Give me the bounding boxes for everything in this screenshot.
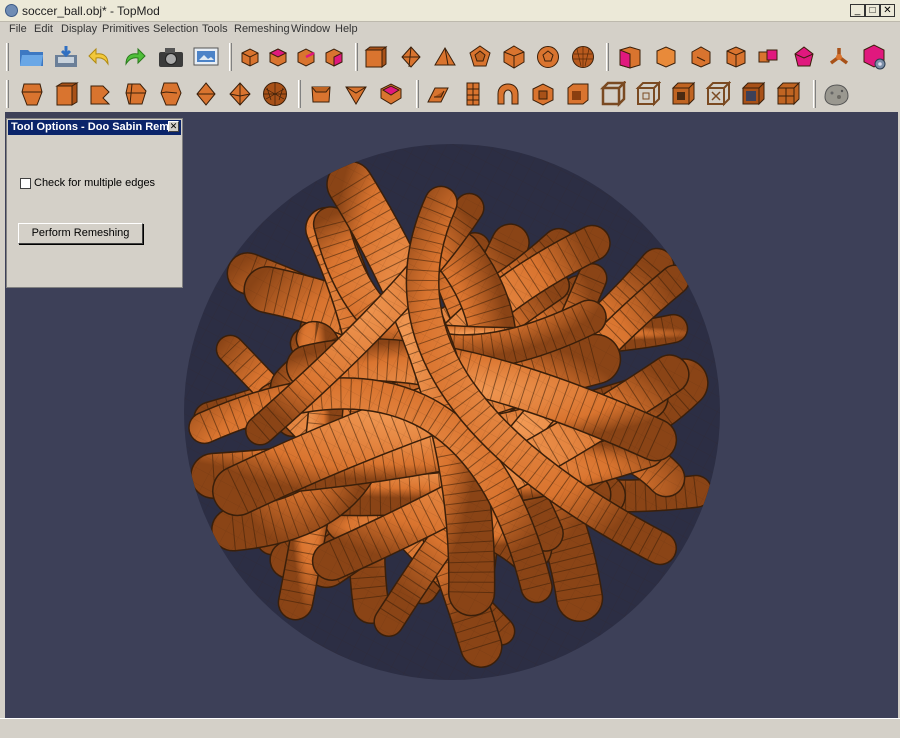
subdivide-edge-icon[interactable]: [720, 42, 752, 72]
cage-icon[interactable]: [702, 79, 734, 109]
close-icon[interactable]: ✕: [168, 121, 179, 132]
multi-face-handle-icon[interactable]: [527, 79, 559, 109]
minimize-button[interactable]: _: [850, 4, 865, 17]
menu-help[interactable]: Help: [335, 23, 358, 35]
delete-edge-icon[interactable]: [650, 42, 682, 72]
select-corner-icon[interactable]: [318, 42, 350, 72]
hollow-frame-icon[interactable]: [737, 79, 769, 109]
rock-texture-icon[interactable]: [820, 79, 852, 109]
toolbar-grip[interactable]: [606, 43, 609, 71]
toolbar-row-1: [0, 38, 900, 76]
screenshot-icon[interactable]: [155, 42, 187, 72]
tool-options-panel: Tool Options - Doo Sabin Rem... ✕ Check …: [6, 118, 183, 288]
insert-edge-icon[interactable]: [614, 42, 646, 72]
stellation-icon[interactable]: [305, 79, 337, 109]
column-modeling-icon[interactable]: [457, 79, 489, 109]
redo-icon[interactable]: [118, 42, 150, 72]
menger-sponge-icon[interactable]: [562, 79, 594, 109]
toolbar-grip[interactable]: [813, 80, 816, 108]
menu-display[interactable]: Display: [61, 23, 97, 35]
status-bar: [0, 718, 900, 738]
menu-bar: File Edit Display Primitives Selection T…: [0, 22, 900, 38]
maximize-button[interactable]: □: [865, 4, 880, 17]
toolbar-grip[interactable]: [355, 43, 358, 71]
tool-options-title[interactable]: Tool Options - Doo Sabin Rem...: [8, 120, 181, 135]
menu-window[interactable]: Window: [291, 23, 330, 35]
soccer-ball-primitive-icon[interactable]: [532, 42, 564, 72]
close-button[interactable]: ✕: [880, 4, 895, 17]
render-icon[interactable]: [190, 42, 222, 72]
menu-remeshing[interactable]: Remeshing: [234, 23, 290, 35]
extrude-icon[interactable]: [772, 79, 804, 109]
splice-corners-icon[interactable]: [788, 42, 820, 72]
menu-file[interactable]: File: [9, 23, 27, 35]
double-stellation-icon[interactable]: [340, 79, 372, 109]
sierpinsky-icon[interactable]: [492, 79, 524, 109]
toolbar-grip[interactable]: [6, 80, 9, 108]
loop-icon[interactable]: [259, 79, 291, 109]
connect-edges-icon[interactable]: [754, 42, 786, 72]
tool-options-icon[interactable]: [858, 42, 890, 72]
title-bar: soccer_ball.obj* - TopMod _ □ ✕: [0, 0, 900, 22]
window-title: soccer_ball.obj* - TopMod: [22, 4, 160, 18]
wireframe-icon[interactable]: [422, 79, 454, 109]
crust-icon[interactable]: [597, 79, 629, 109]
cube-primitive-icon[interactable]: [360, 42, 392, 72]
pentagonal-icon[interactable]: [190, 79, 222, 109]
save-icon[interactable]: [50, 42, 82, 72]
toolbar-grip[interactable]: [6, 43, 9, 71]
tetrahedron-primitive-icon[interactable]: [429, 42, 461, 72]
menu-tools[interactable]: Tools: [202, 23, 228, 35]
lattice-icon[interactable]: [632, 79, 664, 109]
multiple-edges-label[interactable]: Check for multiple edges: [34, 177, 155, 189]
menu-edit[interactable]: Edit: [34, 23, 53, 35]
toolbar-grip[interactable]: [298, 80, 301, 108]
dodecahedron-primitive-icon[interactable]: [464, 42, 496, 72]
menu-selection[interactable]: Selection: [153, 23, 198, 35]
honeycomb-icon[interactable]: [85, 79, 117, 109]
geodesic-primitive-icon[interactable]: [567, 42, 599, 72]
undo-icon[interactable]: [84, 42, 116, 72]
transforms-icon[interactable]: [823, 42, 855, 72]
open-icon[interactable]: [16, 42, 48, 72]
doo-sabin-icon[interactable]: [16, 79, 48, 109]
menu-primitives[interactable]: Primitives: [102, 23, 150, 35]
frame-icon[interactable]: [667, 79, 699, 109]
perform-remeshing-button[interactable]: Perform Remeshing: [18, 223, 143, 244]
octahedron-primitive-icon[interactable]: [395, 42, 427, 72]
catmull-clark-icon[interactable]: [51, 79, 83, 109]
toolbar-grip[interactable]: [229, 43, 232, 71]
multiple-edges-checkbox[interactable]: [20, 178, 31, 189]
root4-icon[interactable]: [120, 79, 152, 109]
toolbar-row-2: [0, 75, 900, 113]
dome-icon[interactable]: [375, 79, 407, 109]
collapse-edge-icon[interactable]: [685, 42, 717, 72]
app-icon: [5, 4, 18, 17]
corner-cutting-icon[interactable]: [155, 79, 187, 109]
icosahedron-primitive-icon[interactable]: [498, 42, 530, 72]
triangular-icon[interactable]: [224, 79, 256, 109]
toolbar-grip[interactable]: [416, 80, 419, 108]
